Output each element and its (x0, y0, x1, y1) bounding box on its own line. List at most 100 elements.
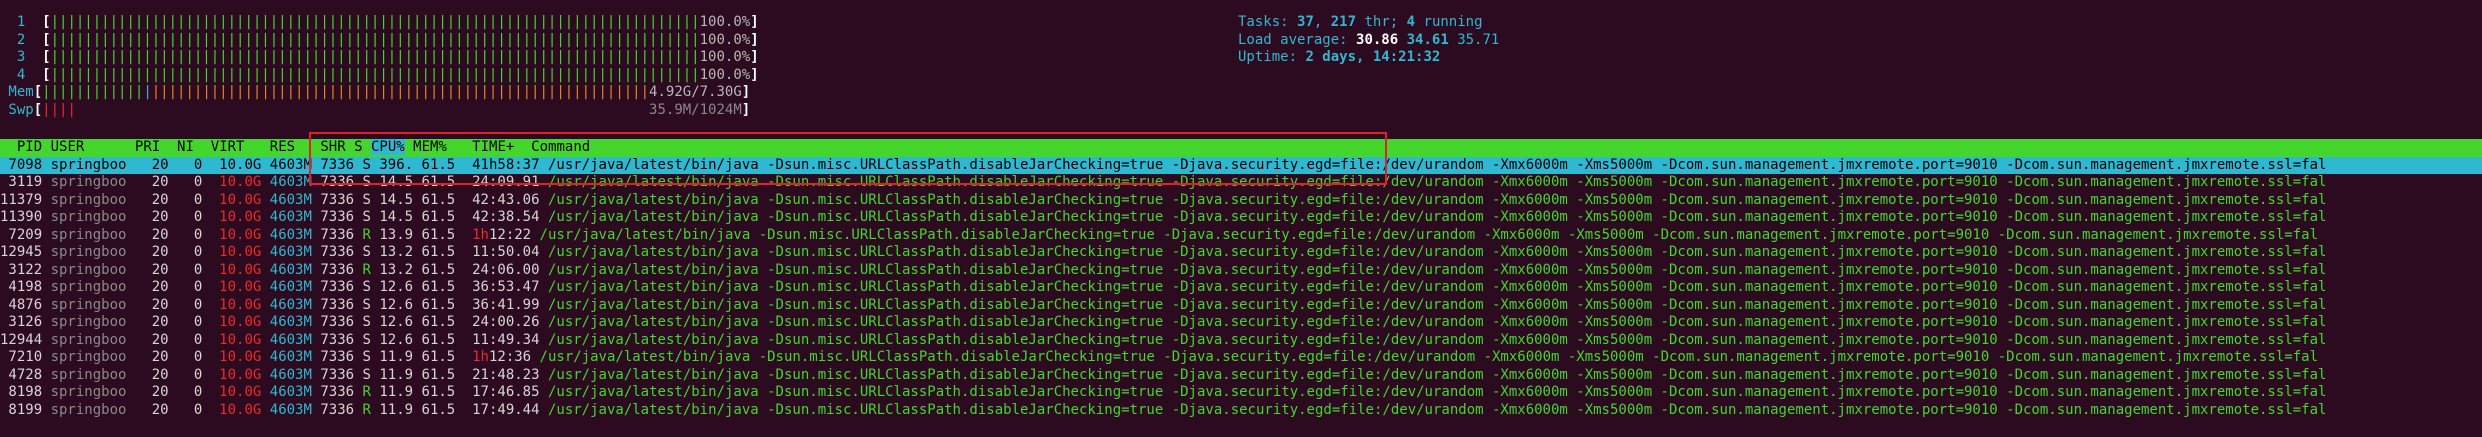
cpu-cell: 14.5 (379, 191, 422, 208)
tasks-label: Tasks: (1238, 14, 1289, 30)
cpu-cell: 12.6 (379, 314, 422, 330)
user-cell: springboo (50, 279, 135, 295)
res-cell: 4603M (269, 401, 321, 418)
mem-cell: 61.5 (421, 226, 464, 243)
ni-cell: 0 (177, 244, 211, 260)
ni-cell: 0 (177, 366, 211, 383)
pid-cell: 11390 (0, 209, 51, 225)
command-cell: /usr/java/latest/bin/java -Dsun.misc.URL… (547, 296, 2327, 313)
pri-cell: 20 (134, 384, 178, 400)
meter-bracket-close: ] (750, 31, 759, 48)
shr-cell: 7336 (320, 261, 363, 278)
process-row[interactable]: 11390 springboo 20 0 10.0G 4603M 7336 S … (0, 209, 2482, 227)
mem-used-bar: |||||||||||| (42, 84, 144, 100)
virt-cell: 10.0G (210, 244, 270, 260)
time-cell: 17:46.85 (463, 384, 548, 400)
user-cell: springboo (50, 296, 135, 313)
col-pid[interactable]: PID (0, 139, 42, 155)
cpu-meter-label: 2 (0, 31, 43, 48)
col-user[interactable]: USER (51, 139, 85, 155)
col-virt[interactable]: VIRT (211, 139, 245, 155)
cpu-meter-label: 4 (0, 66, 43, 83)
mem-cache-bar: ||||||||||||||||||||||||||||||||||||||||… (151, 84, 650, 100)
process-row[interactable]: 11379 springboo 20 0 10.0G 4603M 7336 S … (0, 192, 2482, 210)
process-row[interactable]: 3122 springboo 20 0 10.0G 4603M 7336 R 1… (0, 262, 2482, 280)
user-cell: springboo (50, 314, 135, 330)
state-cell: S (362, 191, 380, 208)
pid-cell: 11379 (0, 191, 51, 208)
process-row[interactable]: 12944 springboo 20 0 10.0G 4603M 7336 S … (0, 332, 2482, 350)
time-cell: 11:49.34 (463, 331, 548, 348)
process-row[interactable]: 8198 springboo 20 0 10.0G 4603M 7336 R 1… (0, 384, 2482, 402)
swp-meter-value: 35.9M/1024M (649, 101, 742, 118)
process-row[interactable]: 3126 springboo 20 0 10.0G 4603M 7336 S 1… (0, 314, 2482, 332)
state-cell: R (362, 261, 380, 278)
cpu-meter-bar: ||||||||||||||||||||||||||||||||||||||||… (50, 66, 700, 83)
mem-cell: 61.5 (421, 279, 464, 295)
state-cell: S (362, 331, 380, 348)
cpu-meter-1: 1 [|||||||||||||||||||||||||||||||||||||… (0, 14, 759, 32)
command-cell: /usr/java/latest/bin/java -Dsun.misc.URL… (539, 226, 2319, 243)
swp-used-bar: |||| (42, 101, 76, 118)
time-cell: 21:48.23 (463, 366, 548, 383)
col-ni[interactable]: NI (177, 139, 194, 155)
mem-cell: 61.5 (421, 401, 464, 418)
command-cell: /usr/java/latest/bin/java -Dsun.misc.URL… (547, 279, 2327, 295)
time-cell: 42:38.54 (463, 209, 548, 225)
virt-cell: 10.0G (210, 279, 270, 295)
process-row[interactable]: 8199 springboo 20 0 10.0G 4603M 7336 R 1… (0, 402, 2482, 420)
res-cell: 4603M (269, 209, 321, 225)
pid-cell: 3119 (0, 174, 51, 190)
time-cell: 36:53.47 (463, 279, 548, 295)
col-res[interactable]: RES (270, 139, 295, 155)
pid-cell: 4876 (0, 296, 51, 313)
process-row[interactable]: 4198 springboo 20 0 10.0G 4603M 7336 S 1… (0, 279, 2482, 297)
shr-cell: 7336 (320, 314, 363, 330)
command-cell: /usr/java/latest/bin/java -Dsun.misc.URL… (547, 191, 2327, 208)
process-row[interactable]: 4876 springboo 20 0 10.0G 4603M 7336 S 1… (0, 297, 2482, 315)
cpu-meter-value: 100.0% (699, 49, 751, 65)
mem-cell: 61.5 (421, 191, 464, 208)
mem-cell: 61.5 (421, 261, 464, 278)
cpu-meter-2: 2 [|||||||||||||||||||||||||||||||||||||… (0, 32, 759, 50)
pri-cell: 20 (134, 401, 178, 418)
res-cell: 4603M (269, 366, 321, 383)
process-row[interactable]: 7209 springboo 20 0 10.0G 4603M 7336 R 1… (0, 227, 2482, 245)
mem-cell: 61.5 (421, 384, 464, 400)
user-cell: springboo (50, 226, 135, 243)
process-row[interactable]: 12945 springboo 20 0 10.0G 4603M 7336 S … (0, 244, 2482, 262)
swp-meter: Swp[|||| 35.9M/1024M] (0, 102, 750, 120)
cpu-meter-bar: ||||||||||||||||||||||||||||||||||||||||… (50, 14, 700, 30)
virt-cell: 10.0G (210, 384, 270, 400)
state-cell: S (362, 279, 380, 295)
time-cell: 1h12:36 (464, 349, 540, 365)
mem-meter-value: 4.92G/7.30G (649, 84, 742, 100)
ni-cell: 0 (177, 261, 211, 278)
pri-cell: 20 (134, 349, 178, 365)
ni-cell: 0 (177, 314, 211, 330)
cpu-meter-label: 3 (0, 49, 43, 65)
ni-cell: 0 (177, 174, 211, 190)
user-cell: springboo (50, 174, 135, 190)
shr-cell: 7336 (320, 226, 363, 243)
time-cell: 36:41.99 (463, 296, 548, 313)
virt-cell: 10.0G (210, 174, 270, 190)
shr-cell: 7336 (320, 279, 363, 295)
cpu-cell: 11.9 (379, 384, 422, 400)
state-cell: S (362, 296, 380, 313)
shr-cell: 7336 (320, 366, 363, 383)
pri-cell: 20 (134, 226, 178, 243)
process-row[interactable]: 7210 springboo 20 0 10.0G 4603M 7336 S 1… (0, 349, 2482, 367)
res-cell: 4603M (269, 349, 321, 365)
res-cell: 4603M (269, 384, 321, 400)
mem-cell: 61.5 (421, 314, 464, 330)
meter-bracket-open: [ (33, 101, 43, 118)
pid-cell: 12945 (0, 244, 51, 260)
col-pri[interactable]: PRI (135, 139, 160, 155)
shr-cell: 7336 (320, 191, 363, 208)
load-average: Load average: 30.86 34.61 35.71 (1238, 32, 1499, 50)
process-row[interactable]: 4728 springboo 20 0 10.0G 4603M 7336 S 1… (0, 367, 2482, 385)
cpu-meter-label: 1 (0, 14, 43, 30)
command-cell: /usr/java/latest/bin/java -Dsun.misc.URL… (547, 314, 2327, 330)
load-label: Load average: (1238, 31, 1348, 48)
